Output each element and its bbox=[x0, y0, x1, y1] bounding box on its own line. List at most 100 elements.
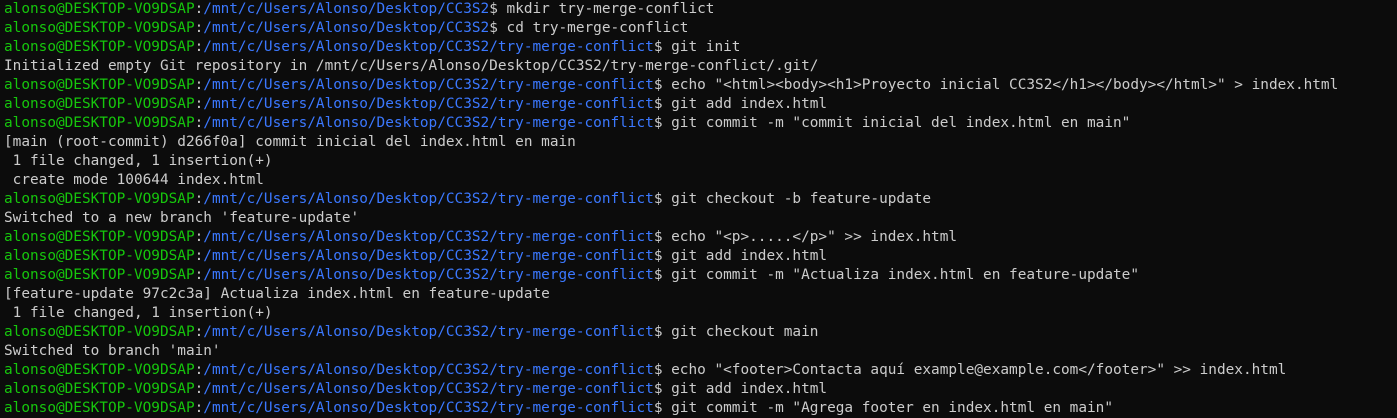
prompt-colon: : bbox=[194, 381, 204, 397]
command-text: git commit -m "Agrega footer en index.ht… bbox=[671, 400, 1113, 416]
command-text: git add index.html bbox=[671, 248, 828, 264]
output-line: create mode 100644 index.html bbox=[4, 171, 1397, 190]
prompt-dollar: $ bbox=[653, 191, 672, 207]
prompt-colon: : bbox=[194, 362, 204, 378]
prompt-user-host: alonso@DESKTOP-VO9DSAP bbox=[4, 77, 195, 93]
prompt-path: /mnt/c/Users/Alonso/Desktop/CC3S2/try-me… bbox=[203, 115, 654, 131]
prompt-user-host: alonso@DESKTOP-VO9DSAP bbox=[4, 362, 195, 378]
prompt-line: alonso@DESKTOP-VO9DSAP:/mnt/c/Users/Alon… bbox=[4, 114, 1397, 133]
output-text: Switched to branch 'main' bbox=[4, 343, 221, 359]
prompt-dollar: $ bbox=[653, 115, 672, 131]
prompt-path: /mnt/c/Users/Alonso/Desktop/CC3S2/try-me… bbox=[203, 381, 654, 397]
prompt-dollar: $ bbox=[653, 362, 672, 378]
prompt-line: alonso@DESKTOP-VO9DSAP:/mnt/c/Users/Alon… bbox=[4, 190, 1397, 209]
output-line: Switched to branch 'main' bbox=[4, 342, 1397, 361]
prompt-path: /mnt/c/Users/Alonso/Desktop/CC3S2/try-me… bbox=[203, 248, 654, 264]
prompt-user-host: alonso@DESKTOP-VO9DSAP bbox=[4, 115, 195, 131]
prompt-dollar: $ bbox=[653, 77, 672, 93]
prompt-user-host: alonso@DESKTOP-VO9DSAP bbox=[4, 267, 195, 283]
output-text: 1 file changed, 1 insertion(+) bbox=[4, 305, 273, 321]
prompt-user-host: alonso@DESKTOP-VO9DSAP bbox=[4, 229, 195, 245]
command-text: cd try-merge-conflict bbox=[506, 20, 689, 36]
prompt-line: alonso@DESKTOP-VO9DSAP:/mnt/c/Users/Alon… bbox=[4, 19, 1397, 38]
command-text: git commit -m "Actualiza index.html en f… bbox=[671, 267, 1139, 283]
prompt-path: /mnt/c/Users/Alonso/Desktop/CC3S2/try-me… bbox=[203, 400, 654, 416]
prompt-line: alonso@DESKTOP-VO9DSAP:/mnt/c/Users/Alon… bbox=[4, 228, 1397, 247]
command-text: git checkout -b feature-update bbox=[671, 191, 932, 207]
prompt-line: alonso@DESKTOP-VO9DSAP:/mnt/c/Users/Alon… bbox=[4, 323, 1397, 342]
prompt-line: alonso@DESKTOP-VO9DSAP:/mnt/c/Users/Alon… bbox=[4, 399, 1397, 418]
prompt-colon: : bbox=[194, 191, 204, 207]
prompt-path: /mnt/c/Users/Alonso/Desktop/CC3S2/try-me… bbox=[203, 39, 654, 55]
terminal-window[interactable]: alonso@DESKTOP-VO9DSAP:/mnt/c/Users/Alon… bbox=[0, 0, 1397, 418]
command-text: git add index.html bbox=[671, 96, 828, 112]
prompt-dollar: $ bbox=[653, 267, 672, 283]
command-text: git init bbox=[671, 39, 741, 55]
output-line: Switched to a new branch 'feature-update… bbox=[4, 209, 1397, 228]
prompt-line: alonso@DESKTOP-VO9DSAP:/mnt/c/Users/Alon… bbox=[4, 0, 1397, 19]
output-line: [feature-update 97c2c3a] Actualiza index… bbox=[4, 285, 1397, 304]
prompt-path: /mnt/c/Users/Alonso/Desktop/CC3S2/try-me… bbox=[203, 191, 654, 207]
output-line: 1 file changed, 1 insertion(+) bbox=[4, 304, 1397, 323]
prompt-dollar: $ bbox=[653, 248, 672, 264]
prompt-user-host: alonso@DESKTOP-VO9DSAP bbox=[4, 96, 195, 112]
prompt-path: /mnt/c/Users/Alonso/Desktop/CC3S2 bbox=[203, 20, 490, 36]
prompt-user-host: alonso@DESKTOP-VO9DSAP bbox=[4, 191, 195, 207]
output-text: 1 file changed, 1 insertion(+) bbox=[4, 153, 273, 169]
prompt-user-host: alonso@DESKTOP-VO9DSAP bbox=[4, 324, 195, 340]
prompt-path: /mnt/c/Users/Alonso/Desktop/CC3S2/try-me… bbox=[203, 96, 654, 112]
command-text: git checkout main bbox=[671, 324, 819, 340]
prompt-dollar: $ bbox=[653, 229, 672, 245]
command-text: mkdir try-merge-conflict bbox=[506, 1, 715, 17]
prompt-colon: : bbox=[194, 115, 204, 131]
prompt-colon: : bbox=[194, 20, 204, 36]
prompt-line: alonso@DESKTOP-VO9DSAP:/mnt/c/Users/Alon… bbox=[4, 95, 1397, 114]
prompt-user-host: alonso@DESKTOP-VO9DSAP bbox=[4, 1, 195, 17]
prompt-colon: : bbox=[194, 400, 204, 416]
prompt-colon: : bbox=[194, 248, 204, 264]
command-text: echo "<footer>Contacta aquí example@exam… bbox=[671, 362, 1287, 378]
prompt-line: alonso@DESKTOP-VO9DSAP:/mnt/c/Users/Alon… bbox=[4, 38, 1397, 57]
output-line: 1 file changed, 1 insertion(+) bbox=[4, 152, 1397, 171]
prompt-path: /mnt/c/Users/Alonso/Desktop/CC3S2/try-me… bbox=[203, 362, 654, 378]
prompt-user-host: alonso@DESKTOP-VO9DSAP bbox=[4, 400, 195, 416]
prompt-colon: : bbox=[194, 96, 204, 112]
prompt-dollar: $ bbox=[653, 39, 672, 55]
prompt-colon: : bbox=[194, 1, 204, 17]
output-text: Initialized empty Git repository in /mnt… bbox=[4, 58, 819, 74]
prompt-line: alonso@DESKTOP-VO9DSAP:/mnt/c/Users/Alon… bbox=[4, 266, 1397, 285]
output-text: create mode 100644 index.html bbox=[4, 172, 264, 188]
prompt-dollar: $ bbox=[653, 324, 672, 340]
output-line: Initialized empty Git repository in /mnt… bbox=[4, 57, 1397, 76]
prompt-colon: : bbox=[194, 229, 204, 245]
prompt-path: /mnt/c/Users/Alonso/Desktop/CC3S2/try-me… bbox=[203, 77, 654, 93]
prompt-dollar: $ bbox=[653, 381, 672, 397]
prompt-colon: : bbox=[194, 39, 204, 55]
prompt-path: /mnt/c/Users/Alonso/Desktop/CC3S2/try-me… bbox=[203, 229, 654, 245]
prompt-dollar: $ bbox=[653, 96, 672, 112]
prompt-line: alonso@DESKTOP-VO9DSAP:/mnt/c/Users/Alon… bbox=[4, 76, 1397, 95]
prompt-dollar: $ bbox=[489, 1, 507, 17]
prompt-colon: : bbox=[194, 267, 204, 283]
command-text: git add index.html bbox=[671, 381, 828, 397]
prompt-path: /mnt/c/Users/Alonso/Desktop/CC3S2/try-me… bbox=[203, 324, 654, 340]
command-text: git commit -m "commit inicial del index.… bbox=[671, 115, 1131, 131]
output-line: [main (root-commit) d266f0a] commit inic… bbox=[4, 133, 1397, 152]
prompt-path: /mnt/c/Users/Alonso/Desktop/CC3S2 bbox=[203, 1, 490, 17]
prompt-dollar: $ bbox=[489, 20, 507, 36]
prompt-line: alonso@DESKTOP-VO9DSAP:/mnt/c/Users/Alon… bbox=[4, 380, 1397, 399]
prompt-line: alonso@DESKTOP-VO9DSAP:/mnt/c/Users/Alon… bbox=[4, 361, 1397, 380]
prompt-user-host: alonso@DESKTOP-VO9DSAP bbox=[4, 20, 195, 36]
prompt-path: /mnt/c/Users/Alonso/Desktop/CC3S2/try-me… bbox=[203, 267, 654, 283]
prompt-colon: : bbox=[194, 77, 204, 93]
prompt-user-host: alonso@DESKTOP-VO9DSAP bbox=[4, 381, 195, 397]
prompt-user-host: alonso@DESKTOP-VO9DSAP bbox=[4, 248, 195, 264]
output-text: [feature-update 97c2c3a] Actualiza index… bbox=[4, 286, 550, 302]
command-text: echo "<html><body><h1>Proyecto inicial C… bbox=[671, 77, 1339, 93]
output-text: [main (root-commit) d266f0a] commit inic… bbox=[4, 134, 576, 150]
prompt-colon: : bbox=[194, 324, 204, 340]
prompt-line: alonso@DESKTOP-VO9DSAP:/mnt/c/Users/Alon… bbox=[4, 247, 1397, 266]
prompt-dollar: $ bbox=[653, 400, 672, 416]
prompt-user-host: alonso@DESKTOP-VO9DSAP bbox=[4, 39, 195, 55]
output-text: Switched to a new branch 'feature-update… bbox=[4, 210, 360, 226]
